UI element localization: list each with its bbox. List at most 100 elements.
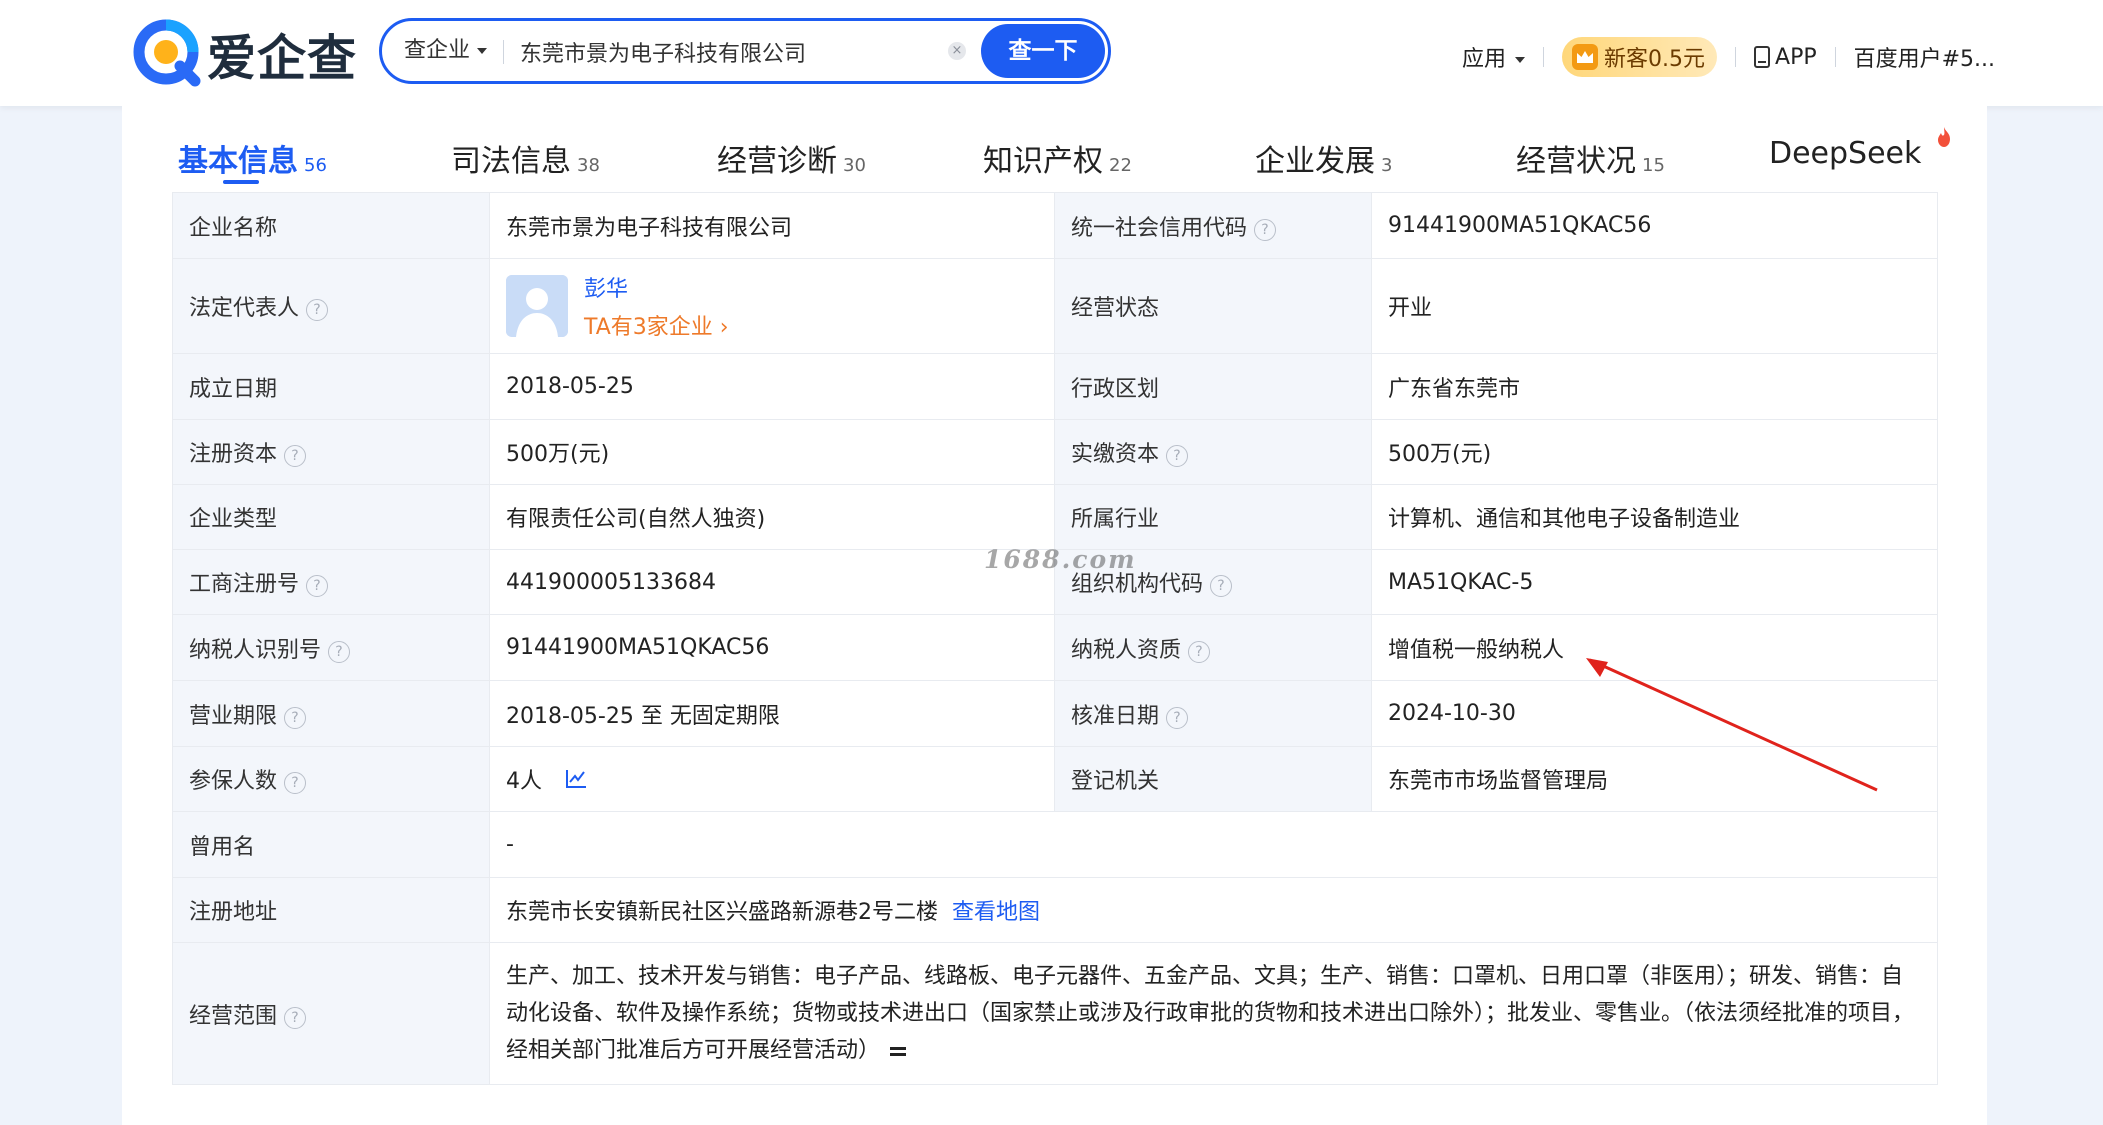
- chevron-down-icon: [477, 48, 488, 54]
- tab-judicial-info[interactable]: 司法信息 38: [451, 136, 600, 180]
- company-name-value: 东莞市景为电子科技有限公司: [489, 192, 1055, 259]
- red-arrow-annotation: [1586, 658, 1878, 792]
- help-icon[interactable]: ?: [1188, 640, 1211, 663]
- view-map-link[interactable]: 查看地图: [952, 900, 1040, 925]
- site-logo[interactable]: 爱企查: [133, 19, 358, 88]
- tab-enterprise-development[interactable]: 企业发展 3: [1255, 136, 1392, 180]
- term-value: 2018-05-25 至 无固定期限: [489, 680, 1055, 747]
- approval-date-label: 核准日期: [1071, 703, 1160, 729]
- tab-operating-status[interactable]: 经营状况 15: [1516, 136, 1665, 180]
- legal-rep-label: 法定代表人: [189, 296, 300, 321]
- trend-chart-icon[interactable]: [565, 769, 587, 789]
- help-icon[interactable]: ?: [1254, 218, 1277, 241]
- vip-promo-button[interactable]: 新客0.5元: [1562, 37, 1718, 77]
- address-label: 注册地址: [172, 877, 490, 943]
- credit-code-label-cell: 统一社会信用代码?: [1054, 192, 1372, 259]
- help-icon[interactable]: ?: [1166, 706, 1189, 729]
- crown-icon: [1572, 44, 1599, 70]
- paid-capital-value: 500万(元): [1371, 419, 1938, 485]
- legal-rep-name-link[interactable]: 彭华: [584, 271, 729, 303]
- help-icon[interactable]: ?: [328, 640, 351, 663]
- tab-label: 经营诊断: [717, 144, 837, 179]
- scope-cell: 生产、加工、技术开发与销售：电子产品、线路板、电子元器件、五金产品、文具；生产、…: [489, 942, 1938, 1085]
- help-icon[interactable]: ?: [1166, 445, 1189, 467]
- search-type-dropdown[interactable]: 查企业: [404, 21, 488, 81]
- search-button[interactable]: 查一下: [981, 24, 1105, 78]
- avatar[interactable]: [506, 275, 568, 337]
- former-name-value: -: [489, 811, 1938, 878]
- legal-rep-label-cell: 法定代表人?: [172, 258, 490, 354]
- active-tab-indicator: [223, 180, 259, 184]
- legal-rep-companies-link[interactable]: TA有3家企业 ›: [584, 309, 729, 341]
- org-code-value: MA51QKAC-5: [1371, 549, 1938, 615]
- user-menu[interactable]: 百度用户#5...: [1854, 41, 1995, 73]
- founded-label: 成立日期: [172, 353, 490, 420]
- collapse-icon[interactable]: [890, 1044, 907, 1058]
- tab-intellectual-property[interactable]: 知识产权 22: [983, 136, 1132, 180]
- logo-q-icon: [133, 19, 201, 87]
- scope-label: 经营范围: [189, 1003, 278, 1029]
- chevron-right-icon: ›: [719, 315, 729, 340]
- watermark: 1688.com: [984, 545, 1137, 574]
- tab-operation-diagnosis[interactable]: 经营诊断 30: [717, 136, 866, 180]
- search-input[interactable]: [518, 31, 917, 73]
- logo-text: 爱企查: [207, 29, 358, 87]
- help-icon[interactable]: ?: [284, 445, 307, 467]
- term-label: 营业期限: [189, 703, 278, 729]
- table-row: 曾用名 -: [172, 811, 1938, 878]
- table-row: 经营范围? 生产、加工、技术开发与销售：电子产品、线路板、电子元器件、五金产品、…: [172, 942, 1938, 1085]
- tab-label: 基本信息: [178, 144, 298, 179]
- tab-bar: 基本信息 56 司法信息 38 经营诊断 30 知识产权 22 企业发展 3 经营状况 15…: [122, 106, 1987, 188]
- help-icon[interactable]: ?: [284, 706, 307, 729]
- taxpayer-id-label: 纳税人识别号: [189, 637, 322, 663]
- status-label: 经营状态: [1054, 258, 1372, 354]
- help-icon[interactable]: ?: [284, 772, 307, 794]
- former-name-label: 曾用名: [172, 811, 490, 878]
- industry-label: 所属行业: [1054, 484, 1372, 550]
- divider: [1735, 47, 1737, 67]
- vip-promo-label: 新客0.5元: [1604, 47, 1706, 72]
- chevron-down-icon: [1515, 57, 1526, 63]
- reg-no-label: 工商注册号: [189, 572, 300, 597]
- approval-date-label-cell: 核准日期?: [1054, 680, 1372, 747]
- reg-no-label-cell: 工商注册号?: [172, 549, 490, 615]
- apps-menu[interactable]: 应用: [1462, 41, 1526, 73]
- app-download-link[interactable]: APP: [1754, 45, 1817, 70]
- address-cell: 东莞市长安镇新民社区兴盛路新源巷2号二楼 查看地图: [489, 877, 1938, 943]
- insured-label-cell: 参保人数?: [172, 746, 490, 812]
- app-download-label: APP: [1775, 44, 1817, 70]
- help-icon[interactable]: ?: [1210, 575, 1233, 597]
- clear-icon[interactable]: ×: [948, 42, 966, 60]
- basic-info-table: 企业名称 东莞市景为电子科技有限公司 统一社会信用代码? 91441900MA5…: [172, 192, 1938, 1085]
- table-row: 成立日期 2018-05-25 行政区划 广东省东莞市: [172, 353, 1938, 420]
- search-type-label: 查企业: [404, 38, 471, 63]
- help-icon[interactable]: ?: [306, 575, 329, 597]
- credit-code-label: 统一社会信用代码: [1071, 215, 1248, 241]
- scope-label-cell: 经营范围?: [172, 942, 490, 1085]
- reg-capital-label-cell: 注册资本?: [172, 419, 490, 485]
- help-icon[interactable]: ?: [306, 299, 329, 321]
- region-value: 广东省东莞市: [1371, 353, 1938, 420]
- tab-basic-info[interactable]: 基本信息 56: [178, 136, 327, 180]
- org-code-label: 组织机构代码: [1071, 572, 1204, 597]
- divider: [503, 40, 504, 64]
- tab-deepseek[interactable]: DeepSeek: [1769, 127, 1950, 171]
- legal-rep-info: 彭华 TA有3家企业 ›: [584, 271, 729, 341]
- tab-label: 企业发展: [1255, 144, 1375, 179]
- table-row: 企业类型 有限责任公司(自然人独资) 所属行业 计算机、通信和其他电子设备制造业: [172, 484, 1938, 550]
- tab-count: 56: [304, 155, 327, 176]
- term-label-cell: 营业期限?: [172, 680, 490, 747]
- scope-value: 生产、加工、技术开发与销售：电子产品、线路板、电子元器件、五金产品、文具；生产、…: [506, 964, 1915, 1063]
- company-name-label: 企业名称: [172, 192, 490, 259]
- taxpayer-id-value: 91441900MA51QKAC56: [489, 614, 1055, 681]
- tab-count: 15: [1642, 155, 1665, 176]
- table-row: 法定代表人? 彭华 TA有3家企业 › 经营状态 开业: [172, 258, 1938, 354]
- insured-label: 参保人数: [189, 769, 278, 794]
- tab-label: 司法信息: [451, 144, 571, 179]
- reg-no-value: 441900005133684: [489, 549, 1055, 615]
- help-icon[interactable]: ?: [284, 1006, 307, 1029]
- credit-code-value: 91441900MA51QKAC56: [1371, 192, 1938, 259]
- reg-capital-label: 注册资本: [189, 442, 278, 467]
- region-label: 行政区划: [1054, 353, 1372, 420]
- table-row: 企业名称 东莞市景为电子科技有限公司 统一社会信用代码? 91441900MA5…: [172, 192, 1938, 259]
